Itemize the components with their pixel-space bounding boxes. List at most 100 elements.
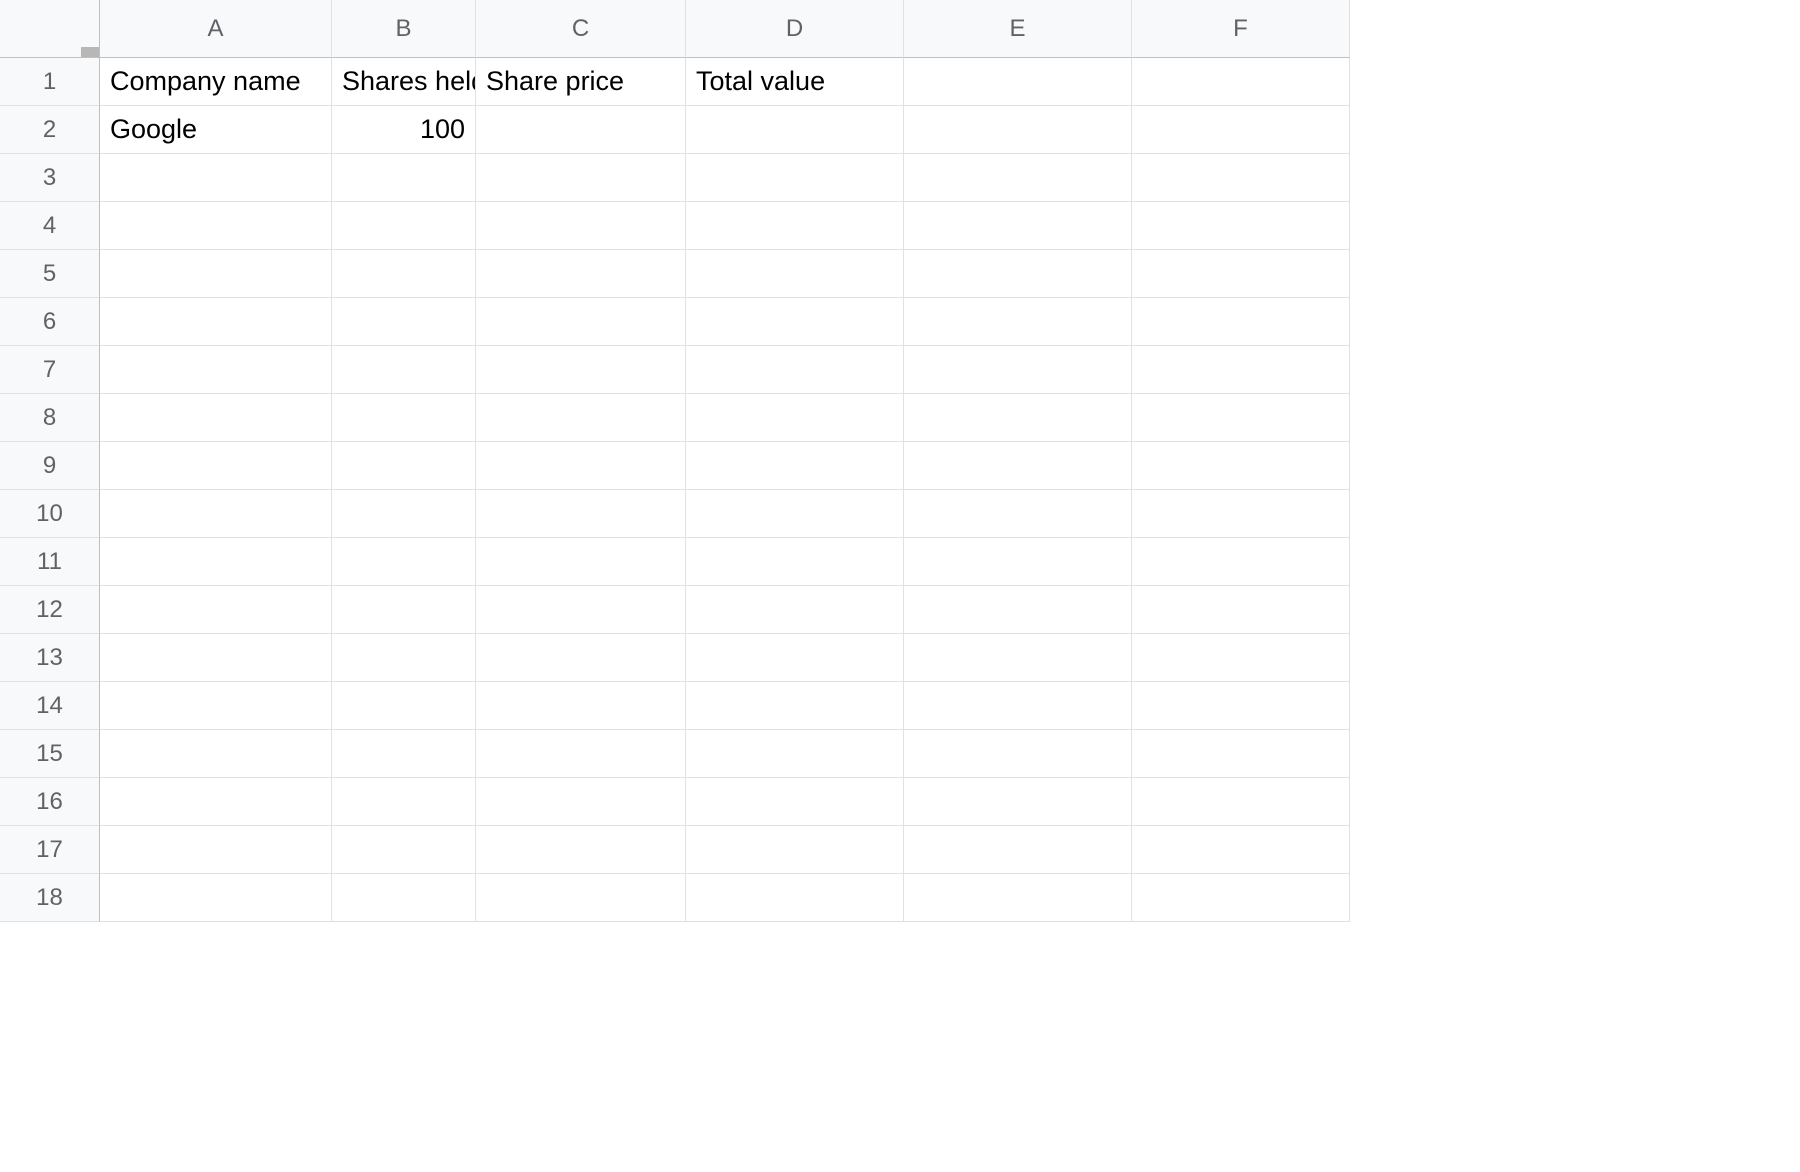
select-all-corner[interactable] [0, 0, 100, 58]
cell-C6[interactable] [476, 298, 686, 346]
row-header-12[interactable]: 12 [0, 586, 100, 634]
cell-B10[interactable] [332, 490, 476, 538]
cell-C1[interactable]: Share price [476, 58, 686, 106]
cell-B8[interactable] [332, 394, 476, 442]
cell-C7[interactable] [476, 346, 686, 394]
cell-A6[interactable] [100, 298, 332, 346]
cell-D16[interactable] [686, 778, 904, 826]
row-header-13[interactable]: 13 [0, 634, 100, 682]
cell-E2[interactable] [904, 106, 1132, 154]
cell-B7[interactable] [332, 346, 476, 394]
cell-B3[interactable] [332, 154, 476, 202]
cell-A4[interactable] [100, 202, 332, 250]
cell-E16[interactable] [904, 778, 1132, 826]
cell-F7[interactable] [1132, 346, 1350, 394]
cell-C16[interactable] [476, 778, 686, 826]
cell-E14[interactable] [904, 682, 1132, 730]
cell-F8[interactable] [1132, 394, 1350, 442]
cell-B17[interactable] [332, 826, 476, 874]
cell-F9[interactable] [1132, 442, 1350, 490]
cell-E15[interactable] [904, 730, 1132, 778]
cell-F16[interactable] [1132, 778, 1350, 826]
row-header-9[interactable]: 9 [0, 442, 100, 490]
cell-E3[interactable] [904, 154, 1132, 202]
cell-E9[interactable] [904, 442, 1132, 490]
cell-B13[interactable] [332, 634, 476, 682]
cell-D13[interactable] [686, 634, 904, 682]
cell-F14[interactable] [1132, 682, 1350, 730]
cell-C2[interactable] [476, 106, 686, 154]
cell-E18[interactable] [904, 874, 1132, 922]
cell-D11[interactable] [686, 538, 904, 586]
cell-B1[interactable]: Shares held [332, 58, 476, 106]
cell-F2[interactable] [1132, 106, 1350, 154]
cell-A9[interactable] [100, 442, 332, 490]
cell-D4[interactable] [686, 202, 904, 250]
cell-C15[interactable] [476, 730, 686, 778]
cell-E11[interactable] [904, 538, 1132, 586]
cell-B2[interactable]: 100 [332, 106, 476, 154]
cell-D7[interactable] [686, 346, 904, 394]
row-header-1[interactable]: 1 [0, 58, 100, 106]
column-header-B[interactable]: B [332, 0, 476, 58]
cell-D15[interactable] [686, 730, 904, 778]
cell-F3[interactable] [1132, 154, 1350, 202]
cell-B18[interactable] [332, 874, 476, 922]
cell-C10[interactable] [476, 490, 686, 538]
cell-F12[interactable] [1132, 586, 1350, 634]
row-header-7[interactable]: 7 [0, 346, 100, 394]
cell-D1[interactable]: Total value [686, 58, 904, 106]
cell-A10[interactable] [100, 490, 332, 538]
cell-E17[interactable] [904, 826, 1132, 874]
row-header-10[interactable]: 10 [0, 490, 100, 538]
row-header-15[interactable]: 15 [0, 730, 100, 778]
cell-E12[interactable] [904, 586, 1132, 634]
column-header-D[interactable]: D [686, 0, 904, 58]
cell-E7[interactable] [904, 346, 1132, 394]
cell-C11[interactable] [476, 538, 686, 586]
cell-B9[interactable] [332, 442, 476, 490]
cell-C3[interactable] [476, 154, 686, 202]
cell-A18[interactable] [100, 874, 332, 922]
cell-B4[interactable] [332, 202, 476, 250]
cell-D3[interactable] [686, 154, 904, 202]
row-header-6[interactable]: 6 [0, 298, 100, 346]
row-header-18[interactable]: 18 [0, 874, 100, 922]
cell-F6[interactable] [1132, 298, 1350, 346]
cell-D8[interactable] [686, 394, 904, 442]
column-header-E[interactable]: E [904, 0, 1132, 58]
cell-E1[interactable] [904, 58, 1132, 106]
cell-C13[interactable] [476, 634, 686, 682]
cell-B5[interactable] [332, 250, 476, 298]
cell-A3[interactable] [100, 154, 332, 202]
cell-D18[interactable] [686, 874, 904, 922]
column-header-C[interactable]: C [476, 0, 686, 58]
cell-F15[interactable] [1132, 730, 1350, 778]
cell-B14[interactable] [332, 682, 476, 730]
cell-F10[interactable] [1132, 490, 1350, 538]
cell-D17[interactable] [686, 826, 904, 874]
cell-C14[interactable] [476, 682, 686, 730]
cell-E13[interactable] [904, 634, 1132, 682]
row-header-11[interactable]: 11 [0, 538, 100, 586]
cell-D12[interactable] [686, 586, 904, 634]
cell-D6[interactable] [686, 298, 904, 346]
cell-D14[interactable] [686, 682, 904, 730]
cell-F11[interactable] [1132, 538, 1350, 586]
row-header-5[interactable]: 5 [0, 250, 100, 298]
cell-F17[interactable] [1132, 826, 1350, 874]
cell-F18[interactable] [1132, 874, 1350, 922]
cell-A8[interactable] [100, 394, 332, 442]
cell-A16[interactable] [100, 778, 332, 826]
cell-F1[interactable] [1132, 58, 1350, 106]
column-header-F[interactable]: F [1132, 0, 1350, 58]
row-header-8[interactable]: 8 [0, 394, 100, 442]
cell-B12[interactable] [332, 586, 476, 634]
cell-A15[interactable] [100, 730, 332, 778]
cell-B11[interactable] [332, 538, 476, 586]
cell-B16[interactable] [332, 778, 476, 826]
row-header-2[interactable]: 2 [0, 106, 100, 154]
cell-A17[interactable] [100, 826, 332, 874]
cell-C4[interactable] [476, 202, 686, 250]
cell-E5[interactable] [904, 250, 1132, 298]
